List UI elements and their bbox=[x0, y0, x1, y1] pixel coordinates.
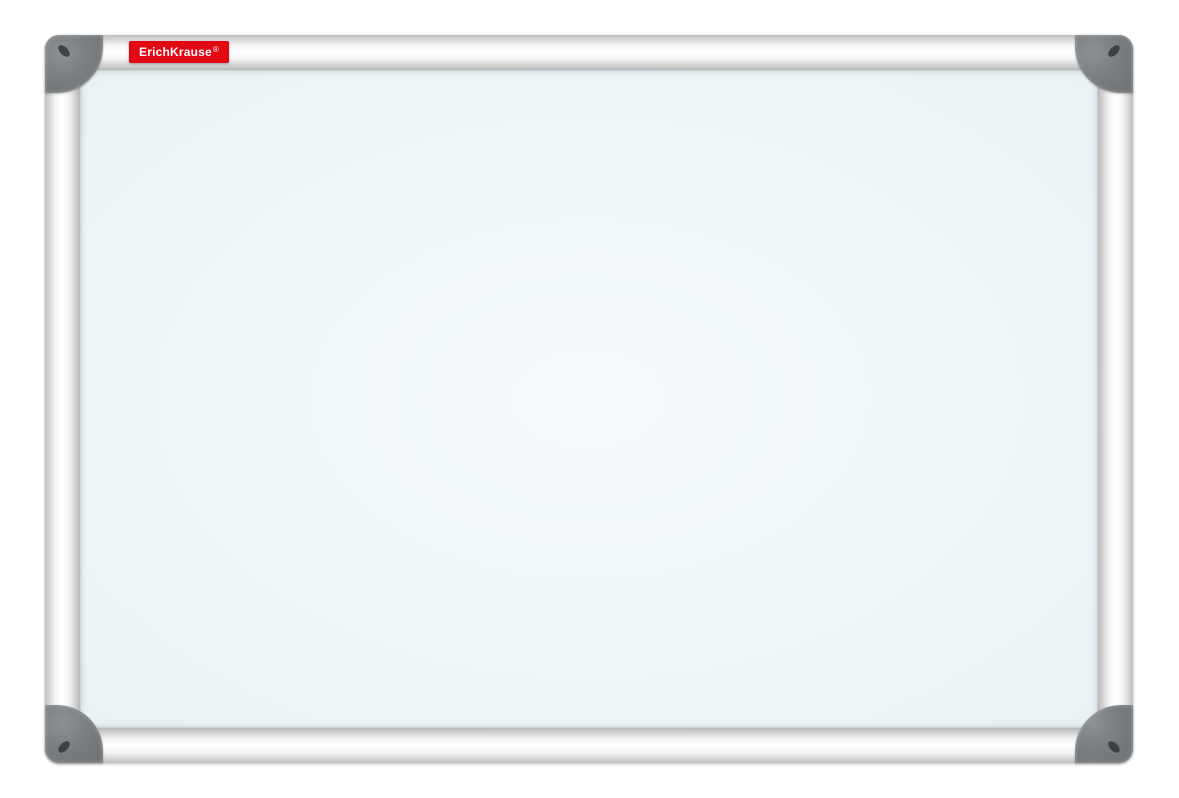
frame-rail-bottom bbox=[45, 729, 1133, 763]
frame-rail-left bbox=[45, 35, 79, 763]
brand-label: ErichKrause bbox=[139, 45, 212, 59]
whiteboard: ErichKrause ® bbox=[45, 35, 1133, 763]
product-image-stage: ErichKrause ® bbox=[0, 0, 1179, 798]
brand-badge: ErichKrause ® bbox=[129, 41, 229, 63]
frame-rail-right bbox=[1099, 35, 1133, 763]
whiteboard-surface bbox=[79, 69, 1099, 729]
registered-mark-icon: ® bbox=[213, 45, 219, 54]
